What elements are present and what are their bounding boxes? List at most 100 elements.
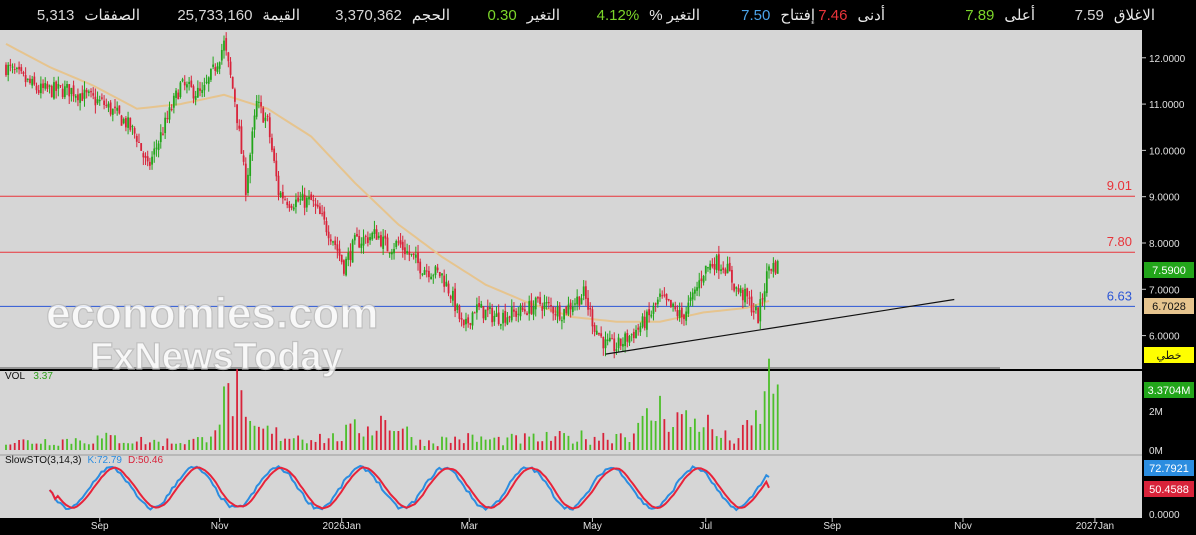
- candle-body: [297, 197, 300, 202]
- candle-body: [659, 293, 661, 297]
- candle-body: [242, 155, 245, 162]
- candle-body: [711, 264, 714, 267]
- volume-bar: [375, 430, 378, 450]
- candle-body: [343, 260, 345, 274]
- candle-body: [458, 305, 461, 319]
- candle-body: [24, 75, 27, 83]
- x-tick-label: Nov: [954, 521, 972, 532]
- candle-body: [347, 252, 350, 260]
- candle-body: [482, 306, 485, 319]
- candle-body: [519, 305, 522, 317]
- candle-body: [445, 281, 448, 287]
- candle-body: [467, 317, 470, 324]
- stat-5: التغير 0.30: [487, 6, 560, 24]
- candle-body: [419, 261, 422, 274]
- candle-body: [118, 105, 121, 114]
- y-tick-label: 7.0000: [1149, 285, 1180, 296]
- volume-bar: [414, 445, 417, 450]
- stat-4: التغير % 4.12%: [597, 6, 700, 24]
- candle-body: [353, 235, 356, 241]
- candle-body: [227, 52, 230, 62]
- volume-bar: [676, 412, 679, 450]
- candle-body: [316, 204, 319, 207]
- sto-d-badge: 50.4588: [1144, 481, 1194, 497]
- candle-body: [190, 80, 193, 87]
- candle-body: [515, 311, 518, 317]
- candle-body: [757, 307, 759, 324]
- candle-body: [212, 64, 214, 67]
- volume-bar: [218, 424, 221, 450]
- stat-0: الاغلاق 7.59: [1075, 6, 1155, 24]
- volume-bar: [148, 442, 151, 450]
- candle-body: [42, 83, 44, 89]
- candle-body: [410, 253, 413, 255]
- volume-bar: [157, 441, 160, 450]
- candle-body: [530, 300, 533, 314]
- candle-body: [144, 155, 147, 158]
- volume-panel[interactable]: [0, 371, 1142, 455]
- candle-body: [234, 89, 236, 102]
- stat-value: 4.12%: [596, 7, 640, 24]
- candle-body: [366, 237, 369, 243]
- volume-bar: [127, 443, 129, 450]
- x-tick-label: Nov: [211, 521, 229, 532]
- volume-bar: [550, 440, 552, 450]
- candle-body: [257, 101, 260, 103]
- candle-body: [262, 107, 265, 123]
- candle-body: [390, 251, 393, 255]
- candle-body: [20, 67, 23, 72]
- volume-bar: [584, 439, 587, 450]
- candle-body: [53, 82, 55, 99]
- volume-bar: [554, 436, 557, 450]
- candle-body: [484, 309, 487, 320]
- volume-bar: [445, 437, 448, 450]
- candle-body: [722, 267, 725, 270]
- candle-body: [406, 251, 409, 254]
- candle-body: [656, 299, 659, 305]
- x-tick-label: Jul: [699, 521, 712, 532]
- candle-body: [129, 117, 132, 130]
- candle-body: [103, 100, 105, 105]
- level-label: 9.01: [1107, 178, 1132, 193]
- candle-body: [18, 66, 20, 70]
- volume-bar: [497, 436, 500, 450]
- candle-body: [654, 303, 657, 305]
- volume-bar: [388, 430, 391, 450]
- volume-bar: [101, 438, 103, 450]
- candle-body: [441, 273, 443, 276]
- candle-body: [720, 269, 722, 271]
- candle-body: [380, 235, 382, 247]
- candle-body: [521, 307, 524, 310]
- volume-bar: [327, 438, 330, 450]
- candle-body: [735, 287, 738, 289]
- candle-body: [68, 84, 71, 97]
- candle-body: [220, 49, 223, 61]
- candle-body: [201, 89, 204, 94]
- stat-value: 7.89: [965, 7, 995, 24]
- stock-chart[interactable]: 9.01 7.80 6.63 12.0000 11.0000 10.0000 9.0000…: [0, 30, 1196, 535]
- volume-bar: [720, 437, 722, 450]
- candle-body: [550, 305, 552, 307]
- volume-bar: [210, 436, 212, 450]
- candle-body: [608, 337, 611, 341]
- candle-body: [175, 90, 177, 98]
- candle-body: [251, 131, 254, 154]
- volume-bar: [741, 424, 744, 450]
- volume-bar: [506, 437, 509, 450]
- volume-bar: [489, 439, 491, 450]
- candle-body: [157, 143, 160, 151]
- volume-bar: [44, 439, 47, 450]
- candle-body: [107, 103, 110, 108]
- volume-bar: [598, 440, 600, 450]
- candle-body: [249, 154, 252, 176]
- candle-body: [105, 104, 108, 106]
- candle-body: [369, 237, 371, 241]
- candle-body: [94, 96, 97, 106]
- candle-body: [373, 229, 376, 234]
- candle-body: [774, 261, 777, 274]
- stat-3: إفتتاح 7.50: [741, 6, 815, 24]
- candle-body: [574, 303, 576, 305]
- candle-body: [510, 306, 513, 321]
- vol-tick-label: 2M: [1149, 407, 1163, 418]
- candle-body: [83, 89, 86, 99]
